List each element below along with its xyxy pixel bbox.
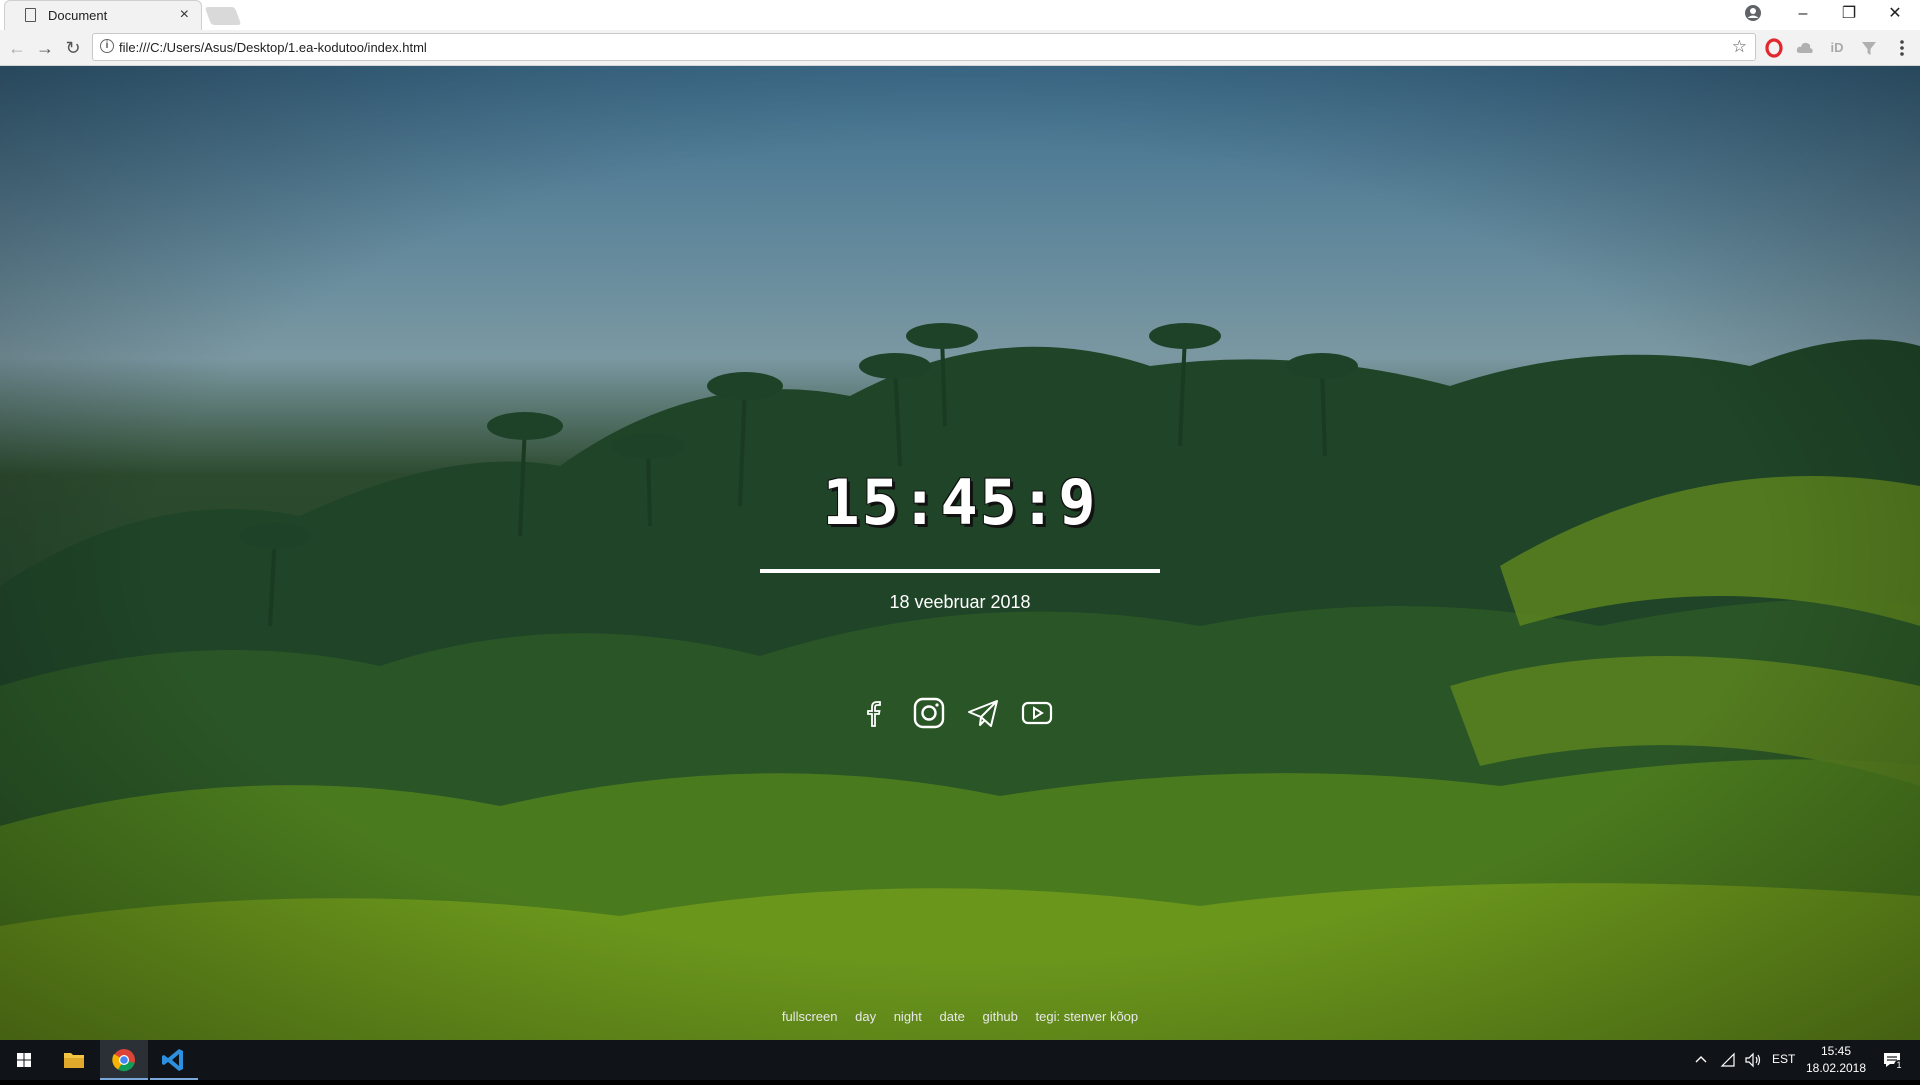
browser-toolbar: ← → ↻ i file:///C:/Users/Asus/Desktop/1.… [0, 30, 1920, 66]
browser-titlebar: Document × – ❐ ✕ [0, 0, 1920, 30]
night-link[interactable]: night [894, 1009, 922, 1024]
instagram-icon[interactable] [912, 696, 946, 730]
new-tab-button[interactable] [204, 7, 242, 25]
digital-clock: 15:45:9 [822, 466, 1098, 539]
notification-count: 1 [1894, 1060, 1904, 1070]
github-link[interactable]: github [982, 1009, 1017, 1024]
info-icon[interactable]: i [100, 39, 114, 53]
tab-title: Document [48, 8, 108, 23]
taskbar-time: 15:45 [1820, 1044, 1852, 1058]
back-icon[interactable]: ← [6, 37, 28, 59]
cloud-icon[interactable] [1795, 38, 1815, 58]
day-link[interactable]: day [855, 1009, 876, 1024]
divider-line [760, 569, 1160, 573]
id-icon[interactable]: iD [1827, 38, 1847, 58]
file-explorer-button[interactable] [50, 1040, 98, 1080]
address-bar[interactable]: i file:///C:/Users/Asus/Desktop/1.ea-kod… [92, 33, 1756, 61]
opera-icon[interactable] [1764, 38, 1784, 58]
chrome-icon [112, 1049, 135, 1072]
taskbar-date: 18.02.2018 [1805, 1061, 1867, 1075]
browser-tab[interactable]: Document × [4, 0, 202, 30]
minimize-button[interactable]: – [1780, 4, 1826, 24]
url-text: file:///C:/Users/Asus/Desktop/1.ea-kodut… [119, 40, 427, 55]
network-icon[interactable] [1720, 1052, 1736, 1068]
taskbar-clock[interactable]: 15:45 18.02.2018 [1796, 1043, 1876, 1077]
volume-icon[interactable] [1744, 1052, 1762, 1068]
document-icon [25, 8, 36, 22]
restore-button[interactable]: ❐ [1826, 4, 1872, 24]
language-indicator[interactable]: EST [1772, 1052, 1795, 1066]
menu-icon[interactable] [1892, 38, 1912, 58]
vscode-icon [162, 1049, 183, 1071]
chrome-taskbar-button[interactable] [100, 1040, 148, 1080]
tab-close-button[interactable]: × [180, 6, 189, 24]
telegram-icon[interactable] [966, 696, 1000, 730]
forward-icon[interactable]: → [34, 37, 56, 59]
reload-icon[interactable]: ↻ [62, 37, 84, 59]
page-viewport: 15:45:9 18 veebruar 2018 fullscreen day … [0, 66, 1920, 1040]
chevron-up-icon[interactable] [1694, 1053, 1708, 1067]
bookmark-star-icon[interactable]: ☆ [1732, 37, 1747, 57]
date-link[interactable]: date [940, 1009, 965, 1024]
windows-taskbar: EST 15:45 18.02.2018 1 [0, 1040, 1920, 1080]
footer-links: fullscreen day night date github tegi: s… [760, 1009, 1160, 1024]
start-button[interactable] [0, 1040, 48, 1080]
author-credit: tegi: stenver kõop [1035, 1009, 1139, 1024]
filter-icon[interactable] [1859, 38, 1879, 58]
jungle-background-image [0, 66, 1920, 1040]
close-window-button[interactable]: ✕ [1872, 4, 1918, 24]
facebook-icon[interactable] [858, 696, 892, 730]
profile-icon[interactable] [1744, 4, 1762, 22]
action-center-button[interactable]: 1 [1882, 1050, 1904, 1070]
start-icon [17, 1053, 31, 1067]
vscode-taskbar-button[interactable] [150, 1040, 198, 1080]
file-explorer-icon [64, 1053, 84, 1068]
current-date: 18 veebruar 2018 [889, 592, 1031, 612]
fullscreen-link[interactable]: fullscreen [782, 1009, 838, 1024]
youtube-icon[interactable] [1020, 696, 1054, 730]
